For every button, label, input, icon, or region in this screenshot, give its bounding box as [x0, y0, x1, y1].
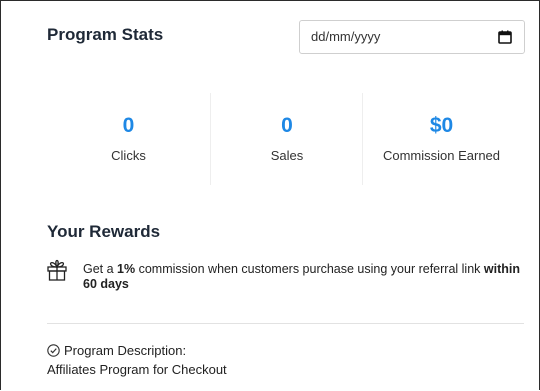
- reward-description: Get a 1% commission when customers purch…: [83, 262, 523, 292]
- stat-label: Commission Earned: [382, 148, 501, 163]
- stat-value: $0: [429, 114, 454, 137]
- stats-row: 0 Clicks 0 Sales $0 Commission Earned: [47, 93, 519, 185]
- description-label: Program Description:: [64, 343, 187, 358]
- stat-commission: $0 Commission Earned: [362, 93, 520, 185]
- divider: [47, 323, 524, 324]
- reward-text-middle: commission when customers purchase using…: [135, 262, 484, 276]
- date-input[interactable]: dd/mm/yyyy: [299, 20, 525, 54]
- stat-clicks: 0 Clicks: [47, 93, 210, 185]
- date-placeholder: dd/mm/yyyy: [311, 29, 381, 44]
- stat-label: Sales: [270, 148, 304, 163]
- check-circle-icon: [47, 344, 60, 357]
- reward-percent: 1%: [117, 262, 136, 276]
- reward-text-prefix: Get a: [83, 262, 118, 276]
- stat-label: Clicks: [111, 148, 146, 163]
- rewards-title: Your Rewards: [47, 222, 161, 241]
- stat-sales: 0 Sales: [210, 93, 363, 185]
- stat-value: 0: [122, 114, 135, 137]
- program-stats-card: Program Stats dd/mm/yyyy 0 Clicks 0 Sale…: [0, 0, 540, 390]
- card-header: Program Stats dd/mm/yyyy: [26, 20, 526, 56]
- gift-icon: [47, 259, 67, 281]
- calendar-icon[interactable]: [498, 30, 512, 44]
- page-title: Program Stats: [47, 25, 164, 44]
- description-value: Affiliates Program for Checkout: [47, 362, 227, 377]
- stat-value: 0: [281, 114, 293, 137]
